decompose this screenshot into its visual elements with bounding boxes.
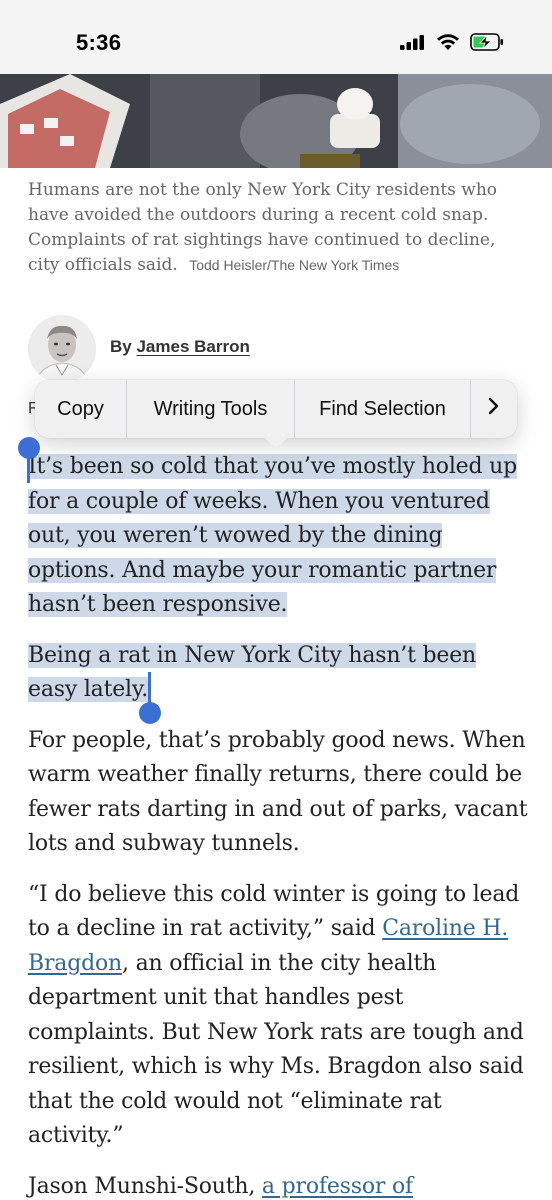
copy-button[interactable]: Copy	[35, 380, 127, 438]
author-avatar[interactable]	[28, 315, 96, 383]
hero-photo	[0, 74, 552, 168]
text-selection-menu: Copy Writing Tools Find Selection	[35, 380, 517, 438]
paragraph-text: Jason Munshi-South,	[28, 1173, 262, 1199]
photo-caption: Humans are not the only New York City re…	[28, 178, 528, 278]
menu-pointer	[262, 436, 290, 448]
status-time: 5:36	[76, 30, 122, 55]
paragraph-text: , an official in the city health departm…	[28, 950, 524, 1149]
article-paragraph[interactable]: For people, that’s probably good news. W…	[28, 724, 528, 862]
article-body: It’s been so cold that you’ve mostly hol…	[28, 450, 528, 1200]
selection-end-handle[interactable]	[139, 702, 161, 724]
author-link[interactable]: James Barron	[136, 337, 249, 356]
professor-link[interactable]: a professor of	[262, 1174, 413, 1199]
writing-tools-button[interactable]: Writing Tools	[127, 380, 295, 438]
article-paragraph[interactable]: Being a rat in New York City hasn’t been…	[28, 639, 528, 708]
selection-start-caret	[27, 455, 30, 483]
selected-text[interactable]: Being a rat in New York City hasn’t been…	[28, 642, 476, 702]
chevron-right-icon	[488, 397, 500, 421]
article-paragraph[interactable]: It’s been so cold that you’ve mostly hol…	[28, 450, 528, 623]
status-bar: 5:36	[0, 0, 552, 74]
more-options-button[interactable]	[471, 380, 517, 438]
byline: By James Barron	[110, 337, 250, 357]
signal-icon	[400, 34, 426, 54]
article-paragraph[interactable]: “I do believe this cold winter is going …	[28, 878, 528, 1154]
byline-prefix: By	[110, 337, 132, 356]
article-paragraph[interactable]: Jason Munshi-South, a professor of	[28, 1170, 528, 1200]
find-selection-button[interactable]: Find Selection	[295, 380, 471, 438]
wifi-icon	[436, 33, 460, 55]
photo-credit: Todd Heisler/The New York Times	[189, 257, 400, 273]
battery-charging-icon	[470, 33, 504, 55]
selected-text[interactable]: It’s been so cold that you’ve mostly hol…	[28, 454, 517, 617]
status-icons	[400, 33, 504, 55]
